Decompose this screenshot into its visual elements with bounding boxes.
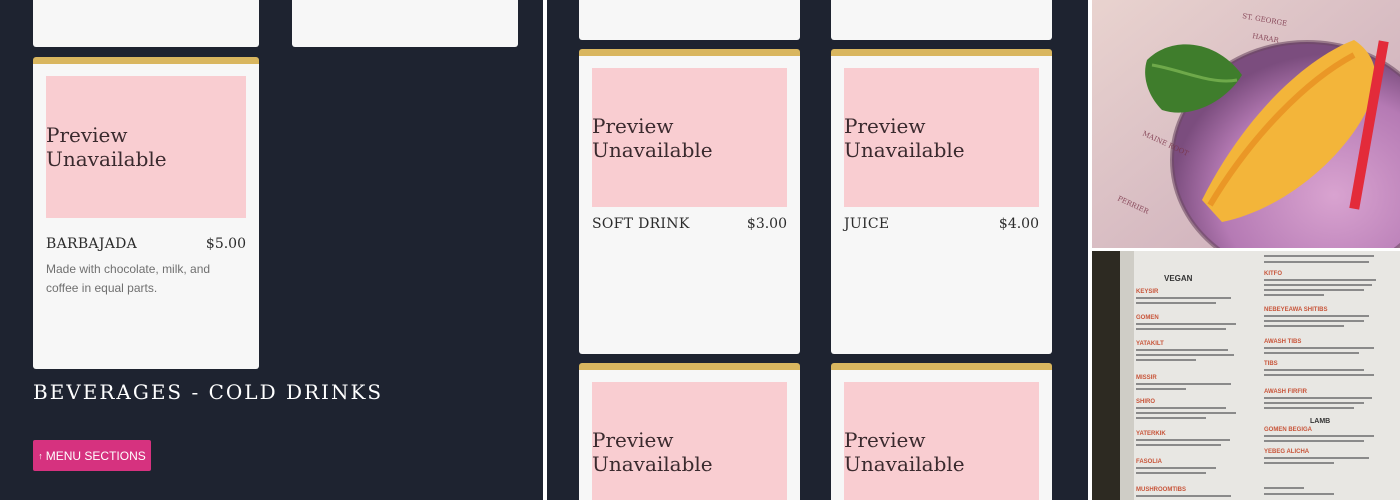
item-card-top-left[interactable]: [579, 0, 800, 40]
preview-image: Preview Unavailable: [592, 382, 787, 500]
menu-sections-button[interactable]: ↑ MENU SECTIONS: [33, 440, 151, 471]
item-card-top-right[interactable]: [831, 0, 1052, 40]
menu-item: MISSIR: [1136, 375, 1157, 381]
item-card[interactable]: Preview Unavailable: [831, 363, 1052, 500]
item-price: $3.00: [746, 216, 787, 232]
menu-photo[interactable]: VEGAN LAMB KEYSIR GOMEN YATAKILT MISSIR …: [1092, 251, 1400, 500]
item-card-soft-drink[interactable]: Preview Unavailable SOFT DRINK $3.00: [579, 49, 800, 354]
menu-item: YEBEG ALICHA: [1264, 449, 1310, 455]
item-name: JUICE: [844, 216, 890, 232]
item-card[interactable]: Preview Unavailable: [579, 363, 800, 500]
item-price: $4.00: [998, 216, 1039, 232]
menu-photo-image: VEGAN LAMB KEYSIR GOMEN YATAKILT MISSIR …: [1092, 251, 1400, 500]
menu-item: MUSHROOMTIBS: [1136, 487, 1186, 493]
menu-item: TIBS: [1264, 361, 1278, 367]
photo-panel: ST. GEORGE HARAR MAINE ROOT PERRIER VEGA…: [1092, 0, 1400, 500]
preview-image: Preview Unavailable: [592, 68, 787, 207]
item-card-top-right[interactable]: [292, 0, 518, 47]
item-description: Made with chocolate, milk, and coffee in…: [46, 262, 211, 295]
section-title: BEVERAGES - COLD DRINKS: [33, 380, 384, 404]
menu-item: AWASH FIRFIR: [1264, 389, 1308, 395]
item-name: BARBAJADA: [46, 236, 138, 252]
item-card-barbajada[interactable]: Preview Unavailable BARBAJADA $5.00 Made…: [33, 57, 259, 369]
menu-panel-middle: Preview Unavailable SOFT DRINK $3.00 Pre…: [547, 0, 1088, 500]
menu-panel-left: Preview Unavailable BARBAJADA $5.00 Made…: [0, 0, 543, 500]
preview-image: Preview Unavailable: [46, 76, 246, 218]
item-name: SOFT DRINK: [592, 216, 690, 232]
preview-image: Preview Unavailable: [844, 382, 1039, 500]
menu-item: GOMEN: [1136, 315, 1159, 321]
item-price: $5.00: [205, 236, 246, 252]
menu-item: AWASH TIBS: [1264, 339, 1301, 345]
preview-image: Preview Unavailable: [844, 68, 1039, 207]
menu-item: FASOLIA: [1136, 459, 1163, 465]
up-arrow-icon: ↑: [38, 450, 43, 461]
item-card-top-left[interactable]: [33, 0, 259, 47]
menu-item: KEYSIR: [1136, 289, 1159, 295]
item-card-juice[interactable]: Preview Unavailable JUICE $4.00: [831, 49, 1052, 354]
menu-item: KITFO: [1264, 271, 1282, 277]
menu-item: SHIRO: [1136, 399, 1155, 405]
menu-item: YATERKIK: [1136, 431, 1166, 437]
menu-sections-label: MENU SECTIONS: [45, 448, 146, 463]
menu-heading: LAMB: [1310, 418, 1330, 425]
menu-heading: VEGAN: [1164, 274, 1193, 283]
menu-item: YATAKILT: [1136, 341, 1164, 347]
menu-item: GOMEN BEGIGA: [1264, 427, 1313, 433]
drink-photo-image: ST. GEORGE HARAR MAINE ROOT PERRIER: [1092, 0, 1400, 248]
drink-photo[interactable]: ST. GEORGE HARAR MAINE ROOT PERRIER: [1092, 0, 1400, 248]
menu-item: NEBEYEAWA SHITIBS: [1264, 307, 1327, 313]
